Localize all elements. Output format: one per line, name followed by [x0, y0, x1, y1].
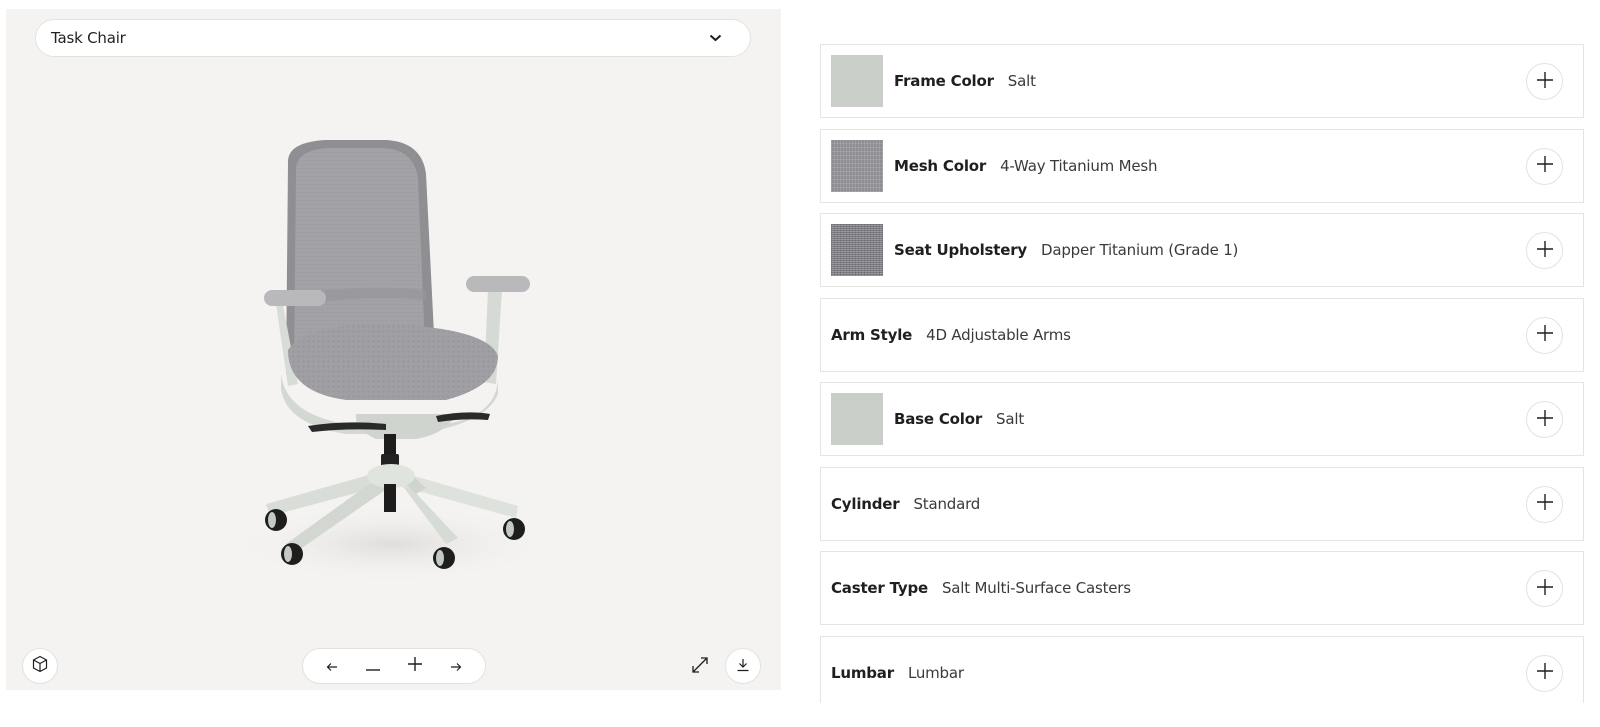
plus-icon — [1536, 662, 1554, 684]
view-3d-button[interactable] — [22, 648, 58, 684]
product-image[interactable] — [226, 124, 566, 604]
option-name: Cylinder — [831, 494, 900, 513]
model-select-label: Task Chair — [51, 29, 126, 47]
option-value: Lumbar — [907, 663, 964, 682]
option-name: Caster Type — [831, 579, 928, 597]
zoom-out-button[interactable] — [358, 651, 388, 681]
zoom-in-button[interactable] — [400, 651, 430, 681]
option-name: Mesh Color — [894, 156, 987, 175]
plus-icon — [1536, 493, 1554, 515]
option-name: Lumbar — [831, 663, 894, 682]
plus-icon — [407, 656, 423, 676]
arrow-left-icon — [326, 657, 338, 676]
option-base-color[interactable]: Base Color Salt — [820, 382, 1584, 456]
option-value: 4D Adjustable Arms — [926, 325, 1071, 344]
option-name: Seat Upholstery — [894, 241, 1027, 259]
chair-illustration — [226, 140, 556, 584]
expand-option-button[interactable] — [1526, 63, 1563, 100]
swatch-salt — [831, 393, 883, 445]
option-value: Salt — [1007, 72, 1036, 90]
expand-option-button[interactable] — [1526, 147, 1563, 185]
arrow-right-icon — [450, 657, 462, 676]
download-button[interactable] — [725, 648, 761, 684]
plus-icon — [1536, 578, 1554, 600]
chevron-down-icon — [708, 33, 722, 43]
product-viewer: Task Chair — [6, 9, 781, 690]
expand-option-button[interactable] — [1526, 570, 1563, 607]
download-icon — [736, 657, 750, 676]
option-cylinder[interactable]: Cylinder Standard — [820, 466, 1584, 541]
option-value: Standard — [913, 494, 981, 513]
option-mesh-color[interactable]: Mesh Color 4-Way Titanium Mesh — [820, 128, 1584, 203]
option-lumbar[interactable]: Lumbar Lumbar — [820, 635, 1584, 703]
expand-option-button[interactable] — [1526, 485, 1563, 523]
cube-icon — [31, 655, 49, 677]
swatch-salt — [831, 55, 883, 107]
minus-icon — [365, 657, 381, 676]
view-controls — [302, 648, 486, 684]
rotate-right-button[interactable] — [441, 651, 471, 681]
option-value: 4-Way Titanium Mesh — [1000, 156, 1158, 175]
model-select-dropdown[interactable]: Task Chair — [35, 19, 751, 57]
option-value: Salt — [996, 410, 1025, 428]
expand-option-button[interactable] — [1526, 316, 1563, 354]
option-name: Base Color — [894, 410, 983, 428]
rotate-left-button[interactable] — [317, 651, 347, 681]
option-value: Dapper Titanium (Grade 1) — [1040, 241, 1239, 259]
option-name: Frame Color — [894, 72, 994, 90]
plus-icon — [1536, 324, 1554, 346]
option-frame-color[interactable]: Frame Color Salt — [820, 44, 1584, 118]
plus-icon — [1536, 240, 1554, 262]
expand-icon — [691, 656, 709, 678]
swatch-titanium-mesh — [831, 139, 883, 192]
expand-option-button[interactable] — [1526, 232, 1563, 269]
fullscreen-button[interactable] — [688, 655, 712, 679]
expand-option-button[interactable] — [1526, 654, 1563, 692]
plus-icon — [1536, 155, 1554, 177]
option-value: Salt Multi-Surface Casters — [941, 579, 1131, 597]
plus-icon — [1536, 409, 1554, 431]
configuration-options: Frame Color Salt Mesh Color 4-Way Titani… — [820, 44, 1584, 703]
plus-icon — [1536, 71, 1554, 93]
expand-option-button[interactable] — [1526, 401, 1563, 438]
option-name: Arm Style — [831, 325, 913, 344]
option-caster-type[interactable]: Caster Type Salt Multi-Surface Casters — [820, 551, 1584, 625]
swatch-dapper-titanium — [831, 224, 883, 276]
option-arm-style[interactable]: Arm Style 4D Adjustable Arms — [820, 297, 1584, 372]
option-seat-upholstery[interactable]: Seat Upholstery Dapper Titanium (Grade 1… — [820, 213, 1584, 287]
